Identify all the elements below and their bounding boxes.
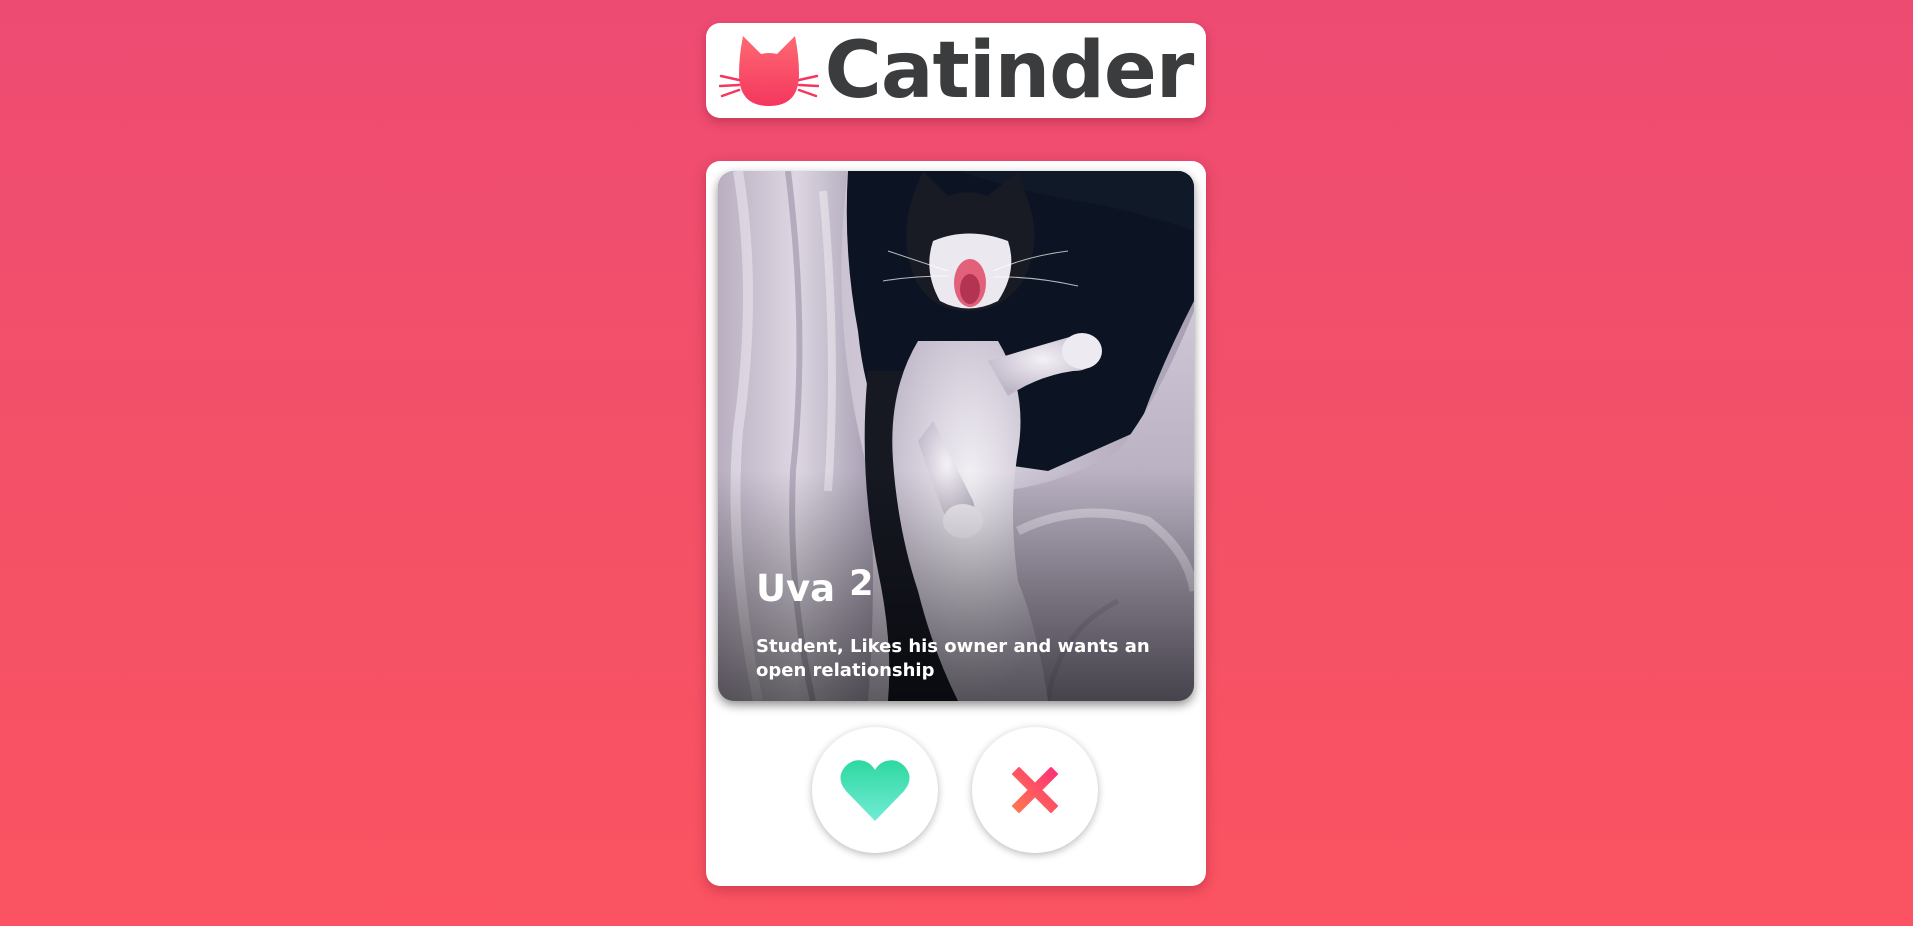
name-age-row: Uva 2 (756, 565, 874, 610)
logo-header: Catinder (706, 23, 1206, 118)
cat-head-icon (718, 35, 819, 106)
app-title: Catinder (824, 25, 1195, 116)
x-icon (1012, 767, 1058, 813)
cat-age: 2 (849, 564, 874, 604)
like-button[interactable] (812, 727, 938, 853)
profile-card[interactable]: Uva 2 Student, Likes his owner and wants… (706, 161, 1206, 886)
nope-button[interactable] (972, 727, 1098, 853)
heart-icon (840, 760, 910, 821)
cat-name: Uva (756, 567, 836, 610)
cat-photo[interactable]: Uva 2 Student, Likes his owner and wants… (718, 171, 1194, 701)
cat-bio: Student, Likes his owner and wants an op… (756, 636, 1150, 681)
